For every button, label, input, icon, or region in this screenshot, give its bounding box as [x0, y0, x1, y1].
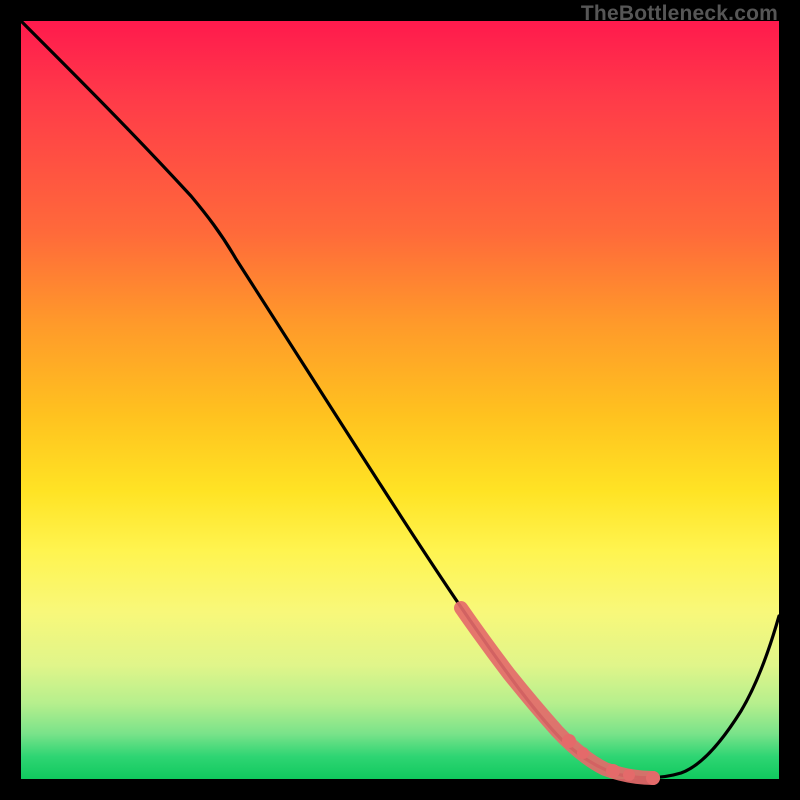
- watermark-text: TheBottleneck.com: [581, 2, 778, 26]
- highlight-segment: [461, 608, 653, 778]
- bottleneck-curve-svg: [21, 21, 779, 779]
- bottleneck-curve: [21, 21, 779, 778]
- chart-frame: TheBottleneck.com: [0, 0, 800, 800]
